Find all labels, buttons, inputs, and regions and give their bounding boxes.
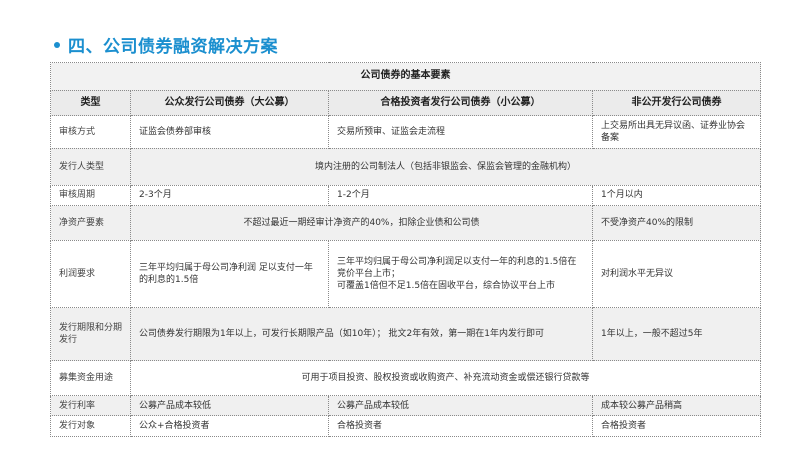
table-cell-merged: 公司债券发行期限为1年以上，可发行长期限产品（如10年）； 批文2年有效，第一期… xyxy=(130,307,593,362)
table-cell: 成本较公募产品稍高 xyxy=(592,395,761,417)
table-row: 发行期限和分期发行 公司债券发行期限为1年以上，可发行长期限产品（如10年）； … xyxy=(50,307,761,362)
table-row: 发行对象 公众+合格投资者 合格投资者 合格投资者 xyxy=(50,415,761,437)
header-public-large: 公众发行公司债券（大公募） xyxy=(130,89,329,117)
table-row: 利润要求 三年平均归属于母公司净利润 足以支付一年的利息的1.5倍 三年平均归属… xyxy=(50,239,761,309)
table-cell-merged: 可用于项目投资、股权投资或收购资产、补充流动资金或偿还银行贷款等 xyxy=(130,360,761,397)
bond-elements-table: 公司债券的基本要素 类型 公众发行公司债券（大公募） 合格投资者发行公司债券（小… xyxy=(50,62,761,437)
table-cell: 三年平均归属于母公司净利润足以支付一年的利息的1.5倍在竞价平台上市； 可覆盖1… xyxy=(328,239,593,309)
table-cell: 1个月以内 xyxy=(592,184,761,207)
table-cell: 公募产品成本较低 xyxy=(328,395,593,417)
table-cell: 合格投资者 xyxy=(328,415,593,437)
table-cell: 三年平均归属于母公司净利润 足以支付一年的利息的1.5倍 xyxy=(130,239,329,309)
table-cell: 公募产品成本较低 xyxy=(130,395,329,417)
row-label: 审核方式 xyxy=(50,115,131,149)
table-cell: 1-2个月 xyxy=(328,184,593,207)
table-row: 募集资金用途 可用于项目投资、股权投资或收购资产、补充流动资金或偿还银行贷款等 xyxy=(50,360,761,397)
header-type: 类型 xyxy=(50,89,131,117)
row-label: 发行对象 xyxy=(50,415,131,437)
table-row: 发行人类型 境内注册的公司制法人（包括非银监会、保监会管理的金融机构） xyxy=(50,147,761,186)
page-title: 四、公司债券融资解决方案 xyxy=(54,32,278,57)
table-cell: 交易所预审、证监会走流程 xyxy=(328,115,593,149)
table-cell: 证监会债券部审核 xyxy=(130,115,329,149)
row-label: 利润要求 xyxy=(50,239,131,309)
row-label: 发行利率 xyxy=(50,395,131,417)
table-cell: 公众+合格投资者 xyxy=(130,415,329,437)
table-cell: 2-3个月 xyxy=(130,184,329,207)
row-label: 净资产要素 xyxy=(50,205,131,241)
table-cell: 不受净资产40%的限制 xyxy=(592,205,761,241)
row-label: 发行期限和分期发行 xyxy=(50,307,131,362)
row-label: 审核周期 xyxy=(50,184,131,207)
bullet-dot-icon xyxy=(54,42,60,48)
table-cell: 上交易所出具无异议函、证券业协会备案 xyxy=(592,115,761,149)
page-title-text: 四、公司债券融资解决方案 xyxy=(68,37,278,57)
row-label: 发行人类型 xyxy=(50,147,131,186)
table-cell: 对利润水平无异议 xyxy=(592,239,761,309)
table-row: 审核方式 证监会债券部审核 交易所预审、证监会走流程 上交易所出具无异议函、证券… xyxy=(50,115,761,149)
row-label: 募集资金用途 xyxy=(50,360,131,397)
header-private: 非公开发行公司债券 xyxy=(592,89,761,117)
header-public-small: 合格投资者发行公司债券（小公募） xyxy=(328,89,593,117)
table-cell: 1年以上，一般不超过5年 xyxy=(592,307,761,362)
table-row: 审核周期 2-3个月 1-2个月 1个月以内 xyxy=(50,184,761,207)
table-row: 发行利率 公募产品成本较低 公募产品成本较低 成本较公募产品稍高 xyxy=(50,395,761,417)
table-row: 净资产要素 不超过最近一期经审计净资产的40%，扣除企业债和公司债 不受净资产4… xyxy=(50,205,761,241)
table-cell: 合格投资者 xyxy=(592,415,761,437)
table-caption: 公司债券的基本要素 xyxy=(50,62,761,91)
table-cell-merged: 境内注册的公司制法人（包括非银监会、保监会管理的金融机构） xyxy=(130,147,761,186)
table-cell-merged: 不超过最近一期经审计净资产的40%，扣除企业债和公司债 xyxy=(130,205,593,241)
